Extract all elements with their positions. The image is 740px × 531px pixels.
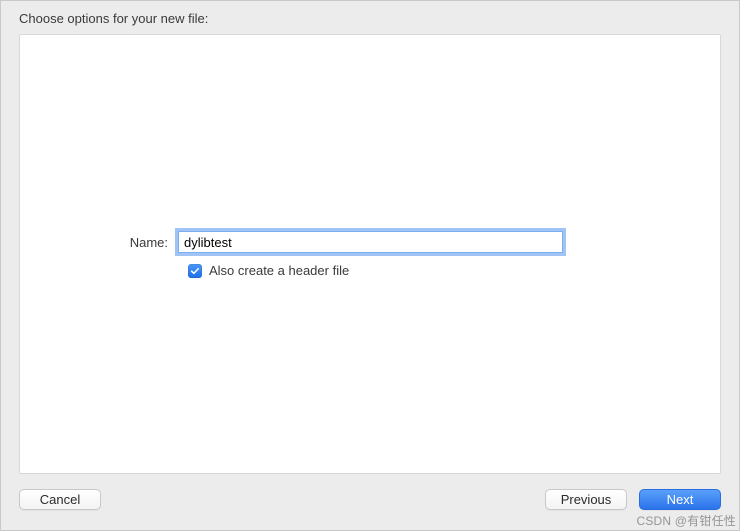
name-label: Name: [60,235,178,250]
name-field-col [178,231,563,253]
form-area: Name: Also create a header file [20,231,720,278]
button-bar: Cancel Previous Next [1,484,739,530]
header-checkbox-label: Also create a header file [209,263,349,278]
previous-button[interactable]: Previous [545,489,627,510]
next-button[interactable]: Next [639,489,721,510]
name-input[interactable] [178,231,563,253]
name-row: Name: [60,231,680,253]
new-file-options-sheet: Choose options for your new file: Name: … [0,0,740,531]
checkmark-icon [188,264,202,278]
sheet-prompt: Choose options for your new file: [1,1,739,34]
content-panel: Name: Also create a header file [19,34,721,474]
header-checkbox-row[interactable]: Also create a header file [188,263,680,278]
cancel-button[interactable]: Cancel [19,489,101,510]
